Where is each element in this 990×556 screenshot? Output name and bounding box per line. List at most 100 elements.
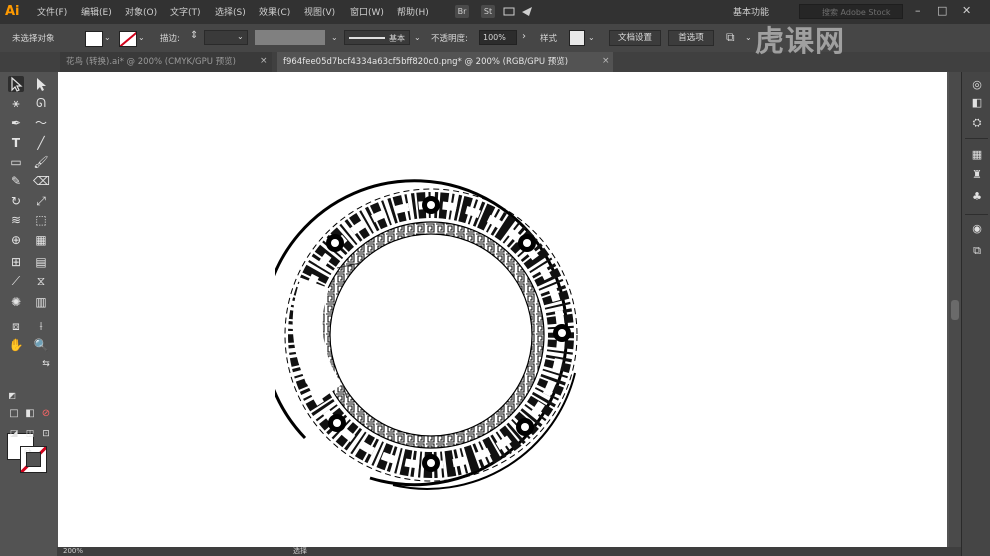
stroke-stepper-icon[interactable]: ⇕	[190, 30, 198, 41]
curvature-tool-icon[interactable]: 〜	[33, 115, 49, 131]
stroke-swatch[interactable]	[119, 31, 137, 47]
zoom-level[interactable]: 200%	[63, 547, 83, 556]
preferences-button[interactable]: 首选项	[668, 30, 714, 46]
tab-document-2[interactable]: f964fee05d7bcf4334a63cf5bff820c0.png* @ …	[277, 52, 613, 72]
close-window-icon[interactable]: ✕	[962, 4, 971, 17]
minimize-icon[interactable]: –	[915, 4, 921, 17]
tab-label: f964fee05d7bcf4334a63cf5bff820c0.png* @ …	[283, 57, 569, 67]
rectangle-tool-icon[interactable]: ▭	[8, 154, 24, 170]
menu-select[interactable]: 选择(S)	[215, 5, 246, 18]
stock-search-placeholder: 搜索 Adobe Stock	[822, 8, 891, 17]
bridge-icon[interactable]: Br	[455, 5, 469, 18]
tab-document-1[interactable]: 花鸟 (转换).ai* @ 200% (CMYK/GPU 预览)	[60, 52, 272, 72]
draw-inside-icon[interactable]: ⊡	[38, 426, 54, 442]
line-tool-icon[interactable]: ╱	[33, 135, 49, 151]
color-guide-icon[interactable]: ◧	[970, 96, 984, 110]
chevron-down-icon[interactable]: ⌄	[331, 33, 338, 42]
eyedropper-tool-icon[interactable]: ⟋	[8, 273, 24, 289]
stroke-weight-field[interactable]: ⌄	[204, 30, 248, 45]
blend-tool-icon[interactable]: ⧖	[33, 273, 49, 289]
hand-tool-icon[interactable]: ✋	[8, 337, 24, 353]
chevron-down-icon[interactable]: ⌄	[588, 33, 595, 42]
symbols-panel-icon[interactable]: ♣	[970, 190, 984, 204]
style-swatch[interactable]	[569, 30, 585, 46]
menu-effect[interactable]: 效果(C)	[259, 5, 290, 18]
app-logo: Ai	[5, 4, 20, 19]
swatches-panel-icon[interactable]: ▦	[970, 148, 984, 162]
slice-tool-icon[interactable]: ⟊	[33, 318, 49, 334]
swap-fill-stroke-icon[interactable]: ⇆	[38, 356, 54, 372]
type-tool-icon[interactable]: T	[8, 135, 24, 151]
fill-swatch[interactable]	[85, 31, 103, 47]
zoom-tool-icon[interactable]: 🔍	[33, 337, 49, 353]
chevron-down-icon[interactable]: ⌄	[414, 33, 421, 42]
brush-definition[interactable]: 基本	[344, 30, 410, 45]
document-setup-button[interactable]: 文档设置	[609, 30, 661, 46]
magic-wand-tool-icon[interactable]: ⚹	[8, 95, 24, 111]
gpu-icon[interactable]	[502, 5, 516, 18]
send-icon[interactable]	[520, 5, 534, 18]
shaper-tool-icon[interactable]: ✎	[8, 173, 24, 189]
current-tool-status: 选择	[293, 547, 307, 555]
close-tab-icon[interactable]: ×	[602, 56, 610, 66]
color-mode-icon[interactable]: □	[6, 406, 22, 422]
tab-label: 花鸟 (转换).ai* @ 200% (CMYK/GPU 预览)	[66, 57, 236, 67]
gradient-tool-icon[interactable]: ▤	[33, 254, 49, 270]
lasso-tool-icon[interactable]: ᘏ	[33, 95, 49, 111]
stock-icon[interactable]: St	[481, 5, 495, 18]
graphic-styles-icon[interactable]: ⧉	[970, 244, 984, 258]
perspective-grid-tool-icon[interactable]: ▦	[33, 232, 49, 248]
none-mode-icon[interactable]: ⊘	[38, 406, 54, 422]
chevron-down-icon[interactable]: ⌄	[237, 32, 244, 41]
appearance-panel-icon[interactable]: ◉	[970, 222, 984, 236]
close-tab-icon[interactable]: ×	[260, 56, 268, 66]
menu-object[interactable]: 对象(O)	[125, 5, 157, 18]
stock-search-field[interactable]: 搜索 Adobe Stock	[799, 4, 903, 19]
selection-tool-icon[interactable]	[8, 76, 24, 92]
draw-normal-icon[interactable]: ◪	[6, 426, 22, 442]
watermark-logo: 虎课网	[755, 24, 846, 58]
chevron-down-icon[interactable]: ⌄	[745, 33, 752, 42]
free-transform-tool-icon[interactable]: ⬚	[33, 212, 49, 228]
stroke-label: 描边:	[160, 34, 180, 44]
workspace-switcher[interactable]: 基本功能	[733, 5, 769, 18]
opacity-field[interactable]: 100%	[479, 30, 517, 45]
shape-builder-tool-icon[interactable]: ⊕	[8, 232, 24, 248]
selection-status: 未选择对象	[12, 34, 55, 44]
chevron-down-icon[interactable]: ⌄	[104, 33, 111, 42]
eraser-tool-icon[interactable]: ⌫	[33, 173, 50, 189]
menu-window[interactable]: 窗口(W)	[350, 5, 384, 18]
column-graph-tool-icon[interactable]: ▥	[33, 294, 49, 310]
color-panel-icon[interactable]: ◎	[970, 78, 984, 92]
arrange-icon[interactable]: ⧉	[726, 30, 735, 45]
direct-selection-tool-icon[interactable]	[33, 76, 49, 92]
variable-width-profile[interactable]	[255, 30, 325, 45]
width-tool-icon[interactable]: ≋	[8, 212, 24, 228]
rotate-tool-icon[interactable]: ↻	[8, 193, 24, 209]
menu-edit[interactable]: 编辑(E)	[81, 5, 112, 18]
panel-separator	[965, 138, 988, 139]
paintbrush-tool-icon[interactable]: 🖌	[33, 154, 49, 170]
panel-dock: ◎ ◧ ⛭ ▦ ♜ ♣ ◉ ⧉	[961, 72, 990, 556]
scale-tool-icon[interactable]: ⤢	[33, 193, 49, 209]
draw-behind-icon[interactable]: ◫	[22, 426, 38, 442]
vertical-scrollbar[interactable]	[949, 72, 961, 547]
mesh-tool-icon[interactable]: ⊞	[8, 254, 24, 270]
tools-panel: ⚹ ᘏ ✒ 〜 T ╱ ▭ 🖌 ✎ ⌫ ↻ ⤢ ≋ ⬚ ⊕ ▦ ⊞ ▤ ⟋ ⧖ …	[0, 72, 57, 556]
cc-libraries-icon[interactable]: ⛭	[970, 116, 984, 130]
chevron-down-icon[interactable]: ⌄	[138, 33, 145, 42]
menu-view[interactable]: 视图(V)	[304, 5, 335, 18]
brushes-panel-icon[interactable]: ♜	[970, 168, 984, 182]
symbol-sprayer-tool-icon[interactable]: ✺	[8, 294, 24, 310]
circular-ornament-artwork[interactable]	[275, 173, 587, 493]
menu-help[interactable]: 帮助(H)	[397, 5, 429, 18]
menu-type[interactable]: 文字(T)	[170, 5, 201, 18]
default-colors-icon[interactable]: ◩	[4, 388, 20, 404]
maximize-icon[interactable]: □	[937, 4, 947, 17]
gradient-mode-icon[interactable]: ◧	[22, 406, 38, 422]
scroll-thumb[interactable]	[951, 300, 959, 320]
menu-file[interactable]: 文件(F)	[37, 5, 67, 18]
pen-tool-icon[interactable]: ✒	[8, 115, 24, 131]
artboard-tool-icon[interactable]: ⧈	[8, 318, 24, 334]
chevron-right-icon[interactable]: ›	[522, 31, 526, 42]
